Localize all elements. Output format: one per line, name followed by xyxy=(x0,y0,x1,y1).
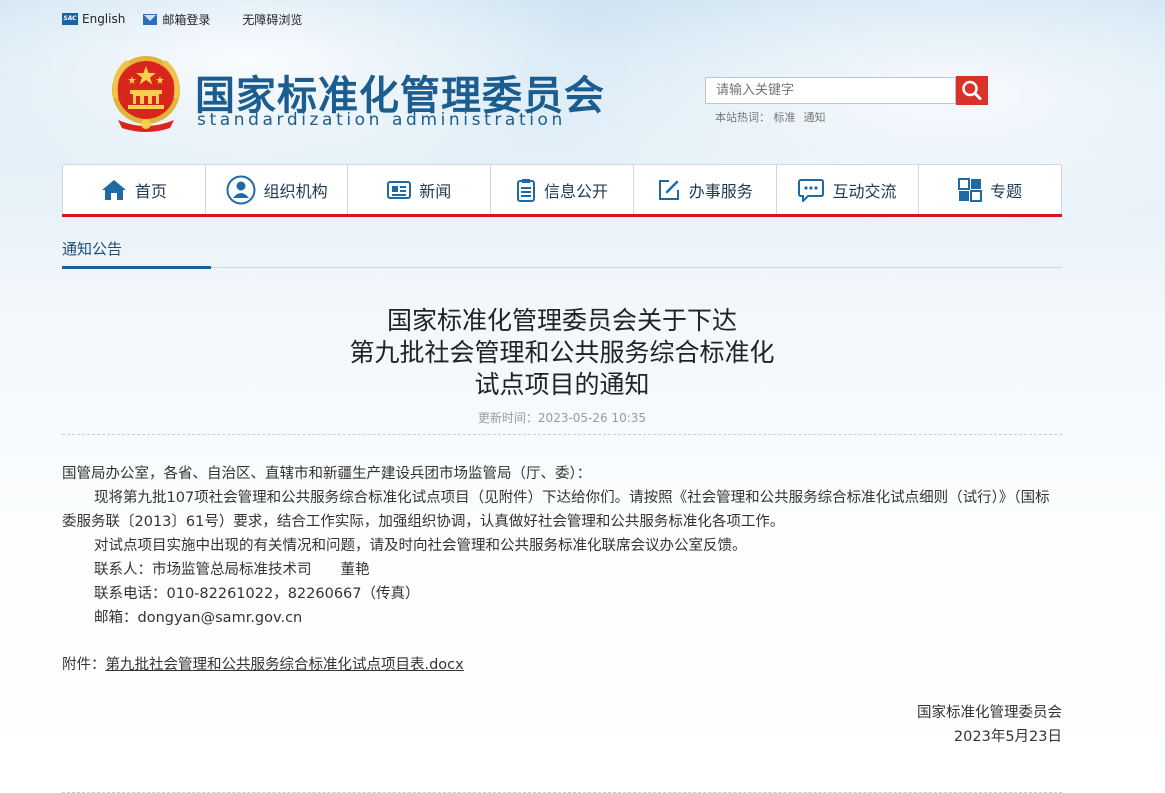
update-time: 更新时间：2023-05-26 10:35 xyxy=(477,411,647,425)
nav-item-label: 新闻 xyxy=(419,182,452,201)
contact-person: 联系人：市场监管总局标准技术司 董艳 xyxy=(94,562,370,578)
nav-item-services[interactable]: 办事服务 xyxy=(634,165,777,215)
national-emblem-icon xyxy=(112,56,180,132)
nav-accent-bar xyxy=(62,214,1062,217)
newspaper-icon xyxy=(387,181,412,199)
article-title: 国家标准化管理委员会关于下达 第九批社会管理和公共服务综合标准化 试点项目的通知 xyxy=(62,305,1062,401)
english-link-label: English xyxy=(82,12,126,26)
mail-login-label: 邮箱登录 xyxy=(162,12,211,27)
body-paragraph: 现将第九批107项社会管理和公共服务综合标准化试点项目（见附件）下达给你们。请按… xyxy=(62,490,1050,530)
sac-logo-icon: SAC xyxy=(62,13,78,25)
nav-item-label: 办事服务 xyxy=(688,182,753,201)
article-title-line: 试点项目的通知 xyxy=(474,370,650,399)
breadcrumb-underline xyxy=(62,266,211,269)
user-icon xyxy=(226,175,256,205)
hot-word-link[interactable]: 通知 xyxy=(804,111,826,124)
search-icon xyxy=(962,80,982,100)
attachment-link[interactable]: 第九批社会管理和公共服务综合标准化试点项目表.docx xyxy=(106,657,464,673)
breadcrumb[interactable]: 通知公告 xyxy=(62,238,122,259)
search-box xyxy=(705,77,956,104)
hot-words-label: 本站热词： xyxy=(715,111,770,124)
nav-item-label: 首页 xyxy=(134,182,167,201)
accessibility-link[interactable]: 无障碍浏览 xyxy=(242,11,302,28)
edit-icon xyxy=(658,180,679,200)
topic-icon xyxy=(958,178,983,202)
main-nav: 首页 组织机构 新闻 信息公开 办事服务 互动交流 专题 xyxy=(62,164,1062,215)
search-input[interactable] xyxy=(706,78,956,103)
attachment: 附件：第九批社会管理和公共服务综合标准化试点项目表.docx xyxy=(62,653,464,674)
english-link[interactable]: SAC English xyxy=(62,12,125,26)
search-button[interactable] xyxy=(956,76,988,105)
contact-email: 邮箱：dongyan@samr.gov.cn xyxy=(94,610,303,626)
attachment-label: 附件： xyxy=(62,657,106,673)
nav-item-label: 组织机构 xyxy=(263,182,328,201)
signature-date: 2023年5月23日 xyxy=(953,729,1062,745)
nav-item-interaction[interactable]: 互动交流 xyxy=(777,165,920,215)
nav-item-info-disclosure[interactable]: 信息公开 xyxy=(491,165,634,215)
accessibility-label: 无障碍浏览 xyxy=(242,12,303,27)
title-divider xyxy=(62,434,1062,435)
home-icon xyxy=(101,180,126,200)
salutation: 国管局办公室，各省、自治区、直辖市和新疆生产建设兵团市场监管局（厅、委）： xyxy=(62,466,592,482)
nav-item-home[interactable]: 首页 xyxy=(63,165,206,215)
site-logo-en: standardization administration xyxy=(197,110,566,130)
nav-item-organization[interactable]: 组织机构 xyxy=(206,165,349,215)
breadcrumb-divider xyxy=(62,267,1062,268)
body-paragraph: 对试点项目实施中出现的有关情况和问题，请及时向社会管理和公共服务标准化联席会议办… xyxy=(94,538,747,554)
chat-icon xyxy=(798,179,825,202)
article-title-line: 国家标准化管理委员会关于下达 xyxy=(386,306,737,335)
nav-item-label: 信息公开 xyxy=(544,182,609,201)
signature-org: 国家标准化管理委员会 xyxy=(917,705,1062,721)
article-title-line: 第九批社会管理和公共服务综合标准化 xyxy=(349,338,775,367)
contact-phone: 联系电话：010-82261022，82260667（传真） xyxy=(94,586,420,602)
clipboard-icon xyxy=(517,179,535,202)
mail-icon xyxy=(143,13,158,25)
nav-item-label: 互动交流 xyxy=(832,182,897,201)
nav-item-news[interactable]: 新闻 xyxy=(348,165,492,215)
signature: 国家标准化管理委员会 2023年5月23日 xyxy=(917,701,1062,749)
nav-item-topics[interactable]: 专题 xyxy=(919,165,1061,215)
hot-word-link[interactable]: 标准 xyxy=(774,111,796,124)
top-links: SAC English 邮箱登录 无障碍浏览 xyxy=(62,10,320,28)
hot-words: 本站热词： 标准 通知 xyxy=(715,109,834,125)
nav-item-label: 专题 xyxy=(990,182,1023,201)
article-body: 国管局办公室，各省、自治区、直辖市和新疆生产建设兵团市场监管局（厅、委）： 现将… xyxy=(62,462,1062,630)
mail-login-link[interactable]: 邮箱登录 xyxy=(143,11,210,28)
